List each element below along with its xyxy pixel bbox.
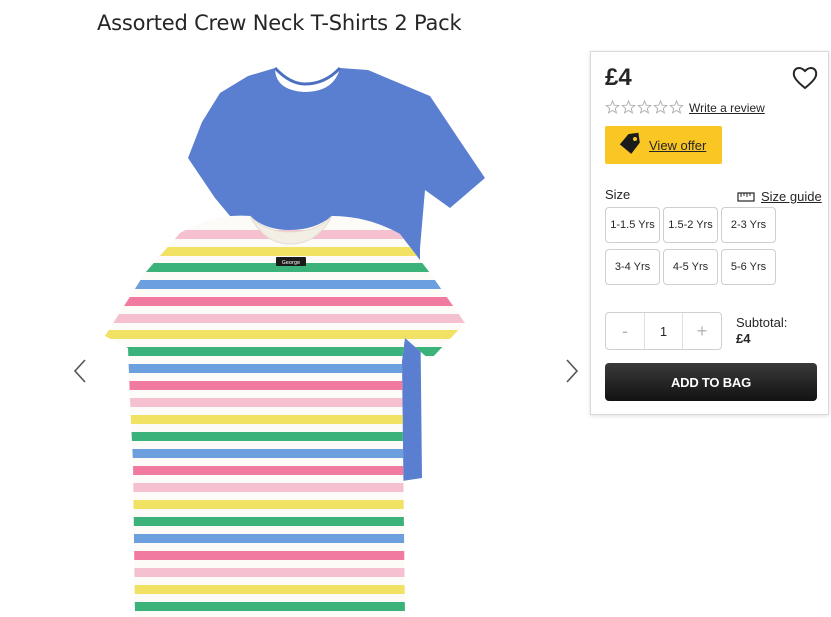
neck-label-text: George — [282, 260, 300, 266]
star-empty-icon — [621, 100, 636, 114]
product-gallery: George — [60, 48, 590, 617]
write-review-link[interactable]: Write a review — [689, 101, 765, 115]
quantity-input[interactable]: 1 — [644, 313, 683, 349]
wishlist-button[interactable] — [791, 65, 819, 91]
size-option[interactable]: 5-6 Yrs — [721, 249, 776, 285]
star-empty-icon — [637, 100, 652, 114]
gallery-next-button[interactable] — [560, 351, 584, 391]
quantity-decrease-button[interactable]: - — [606, 313, 644, 349]
star-empty-icon — [605, 100, 620, 114]
size-options: 1-1.5 Yrs 1.5-2 Yrs 2-3 Yrs 3-4 Yrs 4-5 … — [605, 207, 776, 285]
size-guide-link[interactable]: Size guide — [737, 189, 822, 204]
product-price: £4 — [605, 64, 632, 91]
view-offer-label: View offer — [649, 137, 707, 153]
view-offer-button[interactable]: View offer — [605, 126, 722, 164]
tag-icon — [619, 132, 640, 154]
chevron-right-icon — [566, 359, 579, 383]
subtotal-value: £4 — [736, 331, 751, 346]
add-to-bag-button[interactable]: ADD TO BAG — [605, 363, 817, 401]
size-option[interactable]: 1.5-2 Yrs — [663, 207, 718, 243]
quantity-increase-button[interactable]: + — [683, 313, 721, 349]
rating-stars — [605, 100, 684, 114]
size-option[interactable]: 3-4 Yrs — [605, 249, 660, 285]
size-option[interactable]: 1-1.5 Yrs — [605, 207, 660, 243]
stripes — [105, 230, 465, 611]
star-empty-icon — [653, 100, 668, 114]
size-option[interactable]: 4-5 Yrs — [663, 249, 718, 285]
product-image: George — [105, 66, 485, 617]
product-title: Assorted Crew Neck T-Shirts 2 Pack — [97, 11, 462, 35]
subtotal-label: Subtotal: — [736, 315, 788, 330]
chevron-left-icon — [73, 359, 86, 383]
purchase-panel: £4 Write a review View offer Size Size g… — [590, 51, 829, 415]
size-option[interactable]: 2-3 Yrs — [721, 207, 776, 243]
ruler-icon — [737, 191, 755, 202]
quantity-stepper: - 1 + — [605, 312, 722, 350]
gallery-prev-button[interactable] — [68, 351, 92, 391]
size-guide-label: Size guide — [761, 189, 822, 204]
size-label: Size — [605, 187, 631, 202]
heart-icon — [792, 67, 818, 90]
star-empty-icon — [669, 100, 684, 114]
